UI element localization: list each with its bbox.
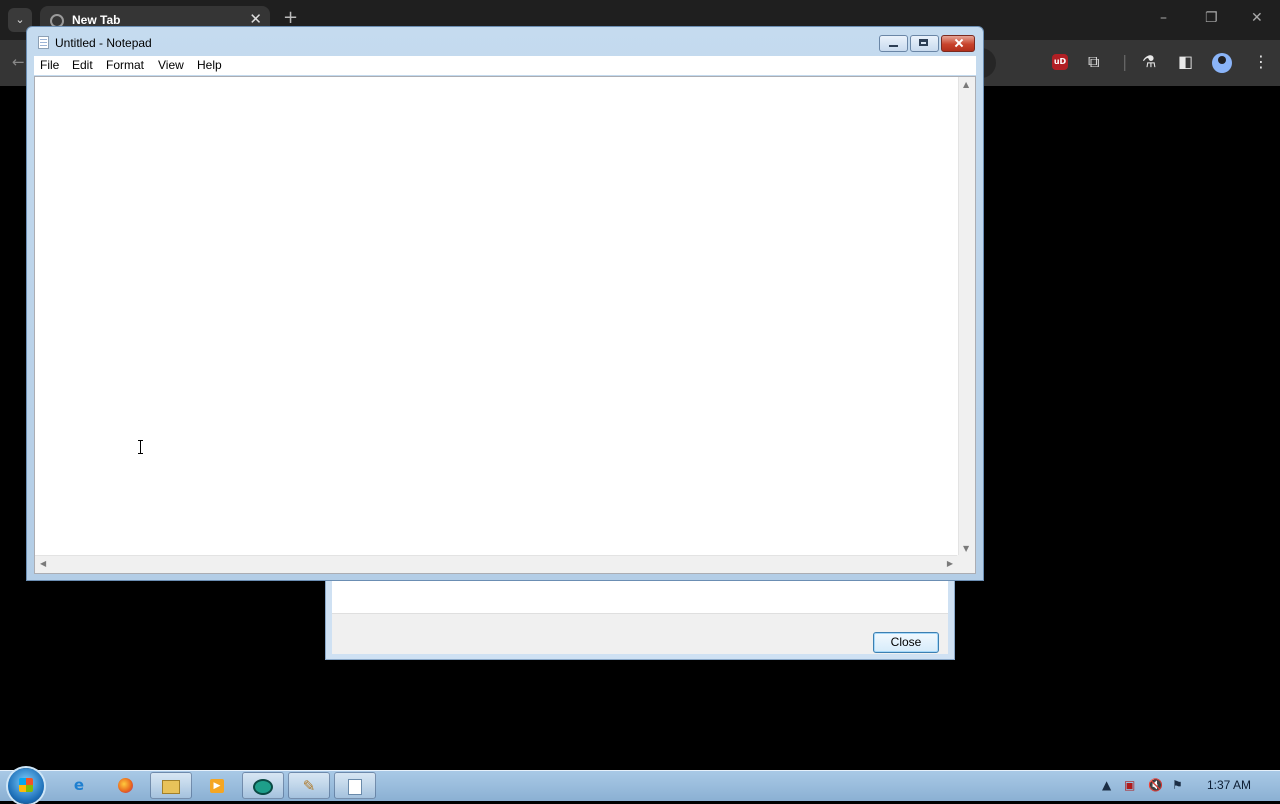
internet-explorer-icon[interactable]: e [58, 772, 100, 799]
dialog-footer [332, 613, 948, 654]
scroll-down-icon[interactable]: ▼ [963, 544, 969, 553]
profile-icon[interactable] [1212, 53, 1232, 73]
menu-icon[interactable]: ⋮ [1253, 52, 1269, 71]
puzzle-icon[interactable]: ⧉ [1088, 52, 1099, 72]
action-center-flag-icon[interactable]: ⚑ [1172, 778, 1183, 792]
menu-format[interactable]: Format [106, 58, 144, 72]
notepad-icon[interactable] [334, 772, 376, 799]
browser-close-button[interactable]: ✕ [1251, 10, 1263, 26]
paint-icon[interactable]: ✎ [288, 772, 330, 799]
taskbar: e ▶ ✎ ▲ ▣ 🔇 ⚑ 1:37 AM [0, 768, 1280, 804]
sidepanel-icon[interactable]: ◧ [1178, 52, 1193, 71]
close-button[interactable] [941, 35, 975, 52]
network-icon[interactable]: ▣ [1124, 778, 1135, 792]
notepad-icon [38, 36, 49, 49]
app-icon[interactable] [242, 772, 284, 799]
show-hidden-icons-icon[interactable]: ▲ [1102, 778, 1111, 792]
ibeam-cursor-icon [138, 440, 143, 454]
start-button[interactable] [8, 768, 44, 804]
browser-restore-button[interactable]: ❐ [1205, 10, 1218, 26]
horizontal-scrollbar[interactable]: ◀ ▶ [35, 555, 958, 573]
resize-grip[interactable] [957, 555, 975, 573]
explorer-icon[interactable] [150, 772, 192, 799]
menu-bar: File Edit Format View Help [34, 56, 976, 75]
clock[interactable]: 1:37 AM [1207, 778, 1251, 792]
media-player-icon[interactable]: ▶ [196, 772, 238, 799]
back-arrow-icon[interactable]: ← [12, 53, 25, 71]
menu-help[interactable]: Help [197, 58, 222, 72]
menu-edit[interactable]: Edit [72, 58, 93, 72]
minimize-button[interactable] [879, 35, 908, 52]
new-tab-button[interactable]: + [283, 7, 298, 28]
window-title: Untitled - Notepad [55, 36, 152, 50]
vertical-scrollbar[interactable]: ▲ ▼ [958, 77, 975, 556]
scroll-up-icon[interactable]: ▲ [963, 80, 969, 89]
toolbar-divider: | [1122, 52, 1128, 71]
text-editor[interactable]: ▲ ▼ ◀ ▶ [34, 76, 976, 574]
windows-logo-icon [19, 778, 33, 792]
tab-title: New Tab [72, 13, 121, 27]
volume-muted-icon[interactable]: 🔇 [1148, 778, 1163, 792]
ublock-extension-icon[interactable]: uD [1052, 54, 1068, 70]
flask-icon[interactable]: ⚗ [1142, 52, 1156, 71]
maximize-button[interactable] [910, 35, 939, 52]
system-tray: ▲ ▣ 🔇 ⚑ [1090, 771, 1280, 801]
scroll-left-icon[interactable]: ◀ [40, 559, 46, 568]
notepad-window: Untitled - Notepad File Edit Format View… [26, 26, 984, 581]
firefox-icon[interactable] [104, 772, 146, 799]
scroll-right-icon[interactable]: ▶ [947, 559, 953, 568]
menu-view[interactable]: View [158, 58, 184, 72]
menu-file[interactable]: File [40, 58, 59, 72]
dialog-close-button[interactable]: Close [873, 632, 939, 653]
browser-minimize-button[interactable]: – [1160, 10, 1167, 26]
